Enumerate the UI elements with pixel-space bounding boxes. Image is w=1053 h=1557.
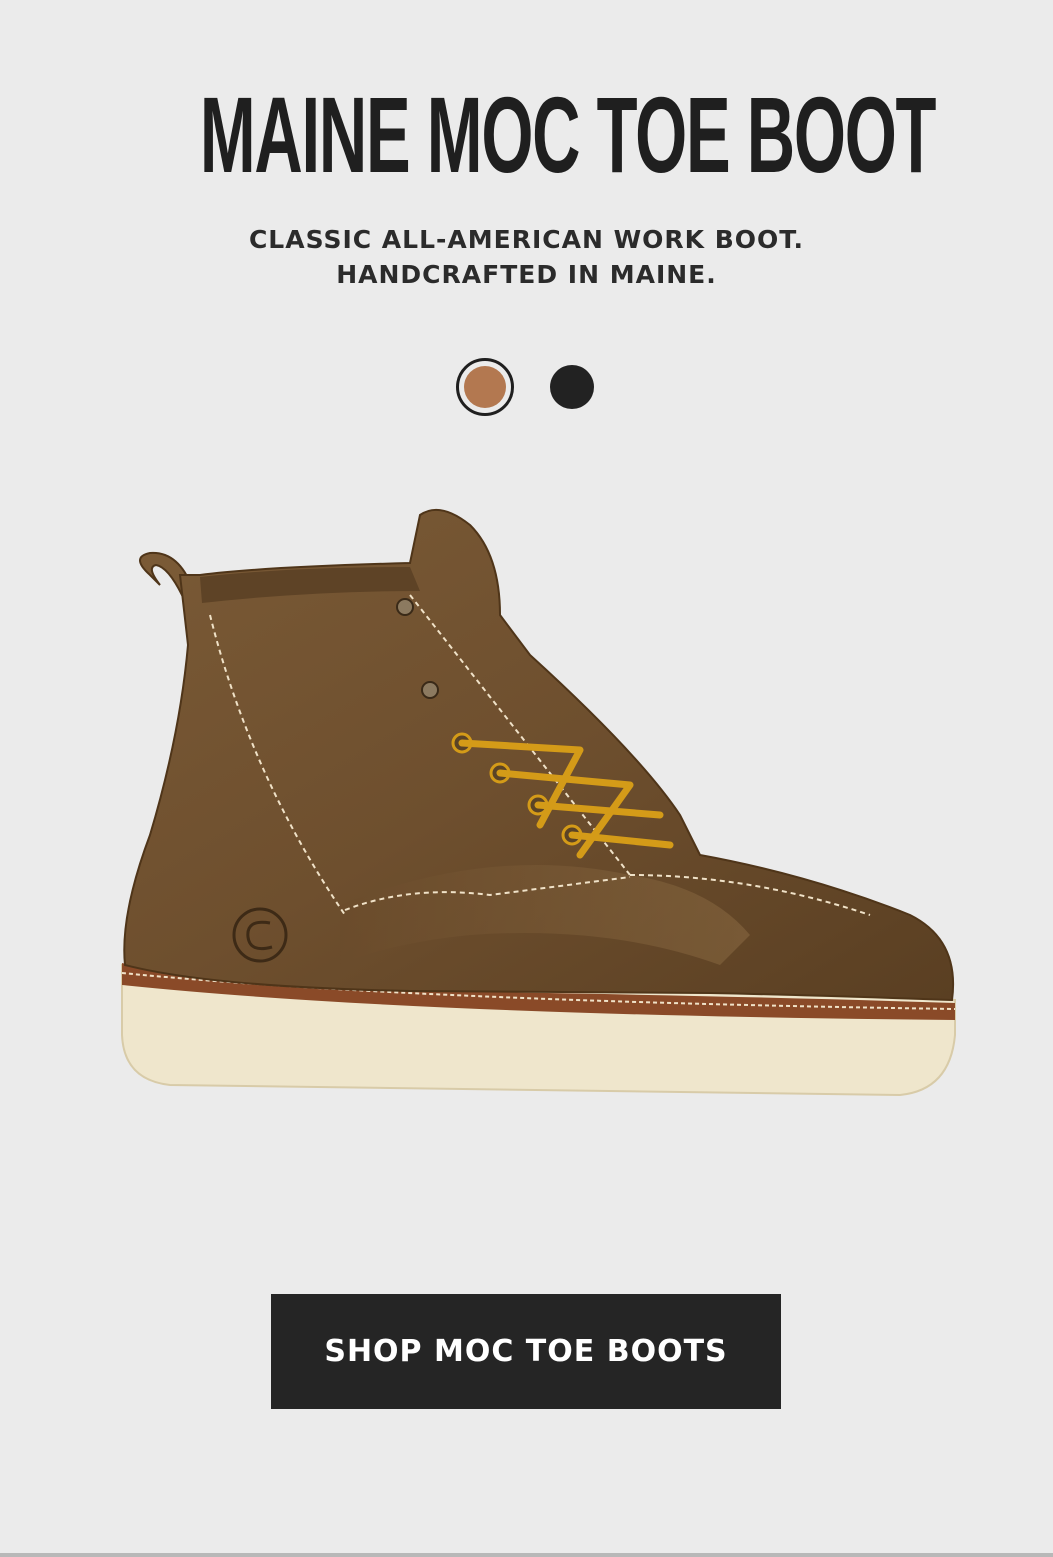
product-image-boot (121, 508, 956, 1097)
tagline: CLASSIC ALL-AMERICAN WORK BOOT. HANDCRAF… (0, 222, 1053, 292)
color-swatch-black[interactable] (550, 365, 594, 409)
page-title: MAINE MOC TOE BOOT (199, 74, 937, 195)
shop-moc-toe-boots-button[interactable]: SHOP MOC TOE BOOTS (271, 1294, 781, 1409)
tagline-line-1: CLASSIC ALL-AMERICAN WORK BOOT. (248, 225, 805, 254)
color-swatch-brown[interactable] (456, 358, 514, 416)
bottom-divider (0, 1553, 1053, 1557)
tagline-line-2: HANDCRAFTED IN MAINE. (336, 260, 717, 289)
color-swatch-brown-dot (464, 366, 506, 408)
